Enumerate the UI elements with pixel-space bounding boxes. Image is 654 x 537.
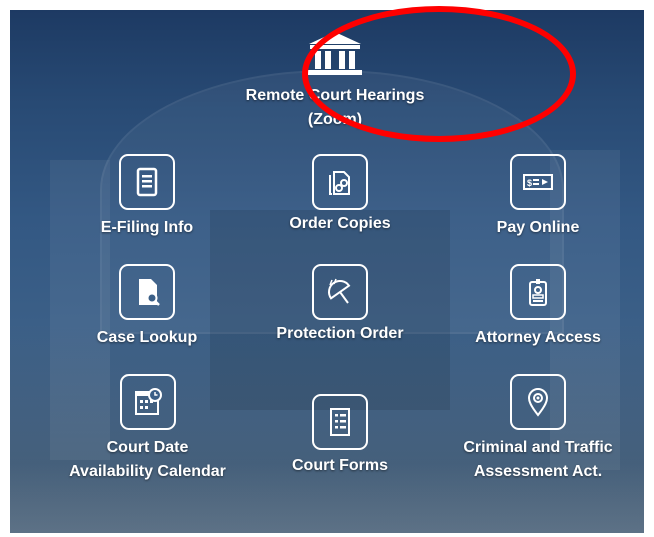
check-payment-icon: $ <box>510 154 566 210</box>
criminal-traffic-assessment-link[interactable]: Criminal and Traffic Assessment Act. <box>443 374 633 484</box>
court-date-label-line1: Court Date <box>106 439 189 456</box>
case-lookup-label: Case Lookup <box>96 329 198 346</box>
courthouse-icon <box>308 32 362 75</box>
quick-links-panel: Remote Court Hearings (Zoom) E-Filing In… <box>10 10 644 533</box>
protection-order-label: Protection Order <box>276 325 404 342</box>
case-lookup-link[interactable]: Case Lookup <box>77 264 217 350</box>
remote-court-hearings-link[interactable]: Remote Court Hearings (Zoom) <box>220 30 450 132</box>
attorney-access-link[interactable]: Attorney Access <box>458 264 618 350</box>
umbrella-icon <box>312 264 368 320</box>
criminal-traffic-label-line2: Assessment Act. <box>473 463 603 480</box>
file-search-icon <box>119 264 175 320</box>
calendar-clock-icon <box>119 374 176 430</box>
pay-online-label: Pay Online <box>496 219 580 236</box>
copies-link-icon <box>312 154 368 210</box>
e-filing-info-label: E-Filing Info <box>100 219 194 236</box>
court-date-label-line2: Availability Calendar <box>69 463 226 480</box>
pay-online-link[interactable]: $ Pay Online <box>483 154 593 240</box>
court-date-availability-calendar-link[interactable]: Court Date Availability Calendar <box>60 374 235 484</box>
court-forms-label: Court Forms <box>292 457 388 474</box>
location-pin-icon <box>510 374 566 430</box>
remote-court-hearings-sublabel: (Zoom) <box>307 111 363 128</box>
id-badge-icon <box>510 264 566 320</box>
order-copies-link[interactable]: Order Copies <box>270 154 410 236</box>
svg-text:$: $ <box>527 178 532 188</box>
remote-court-hearings-label: Remote Court Hearings <box>245 87 425 104</box>
criminal-traffic-label-line1: Criminal and Traffic <box>463 439 613 456</box>
order-copies-label: Order Copies <box>289 215 391 232</box>
court-forms-link[interactable]: Court Forms <box>272 394 408 478</box>
form-icon <box>312 394 368 450</box>
protection-order-link[interactable]: Protection Order <box>265 264 415 346</box>
e-filing-info-link[interactable]: E-Filing Info <box>67 154 227 240</box>
attorney-access-label: Attorney Access <box>475 329 601 346</box>
document-icon <box>119 154 175 210</box>
